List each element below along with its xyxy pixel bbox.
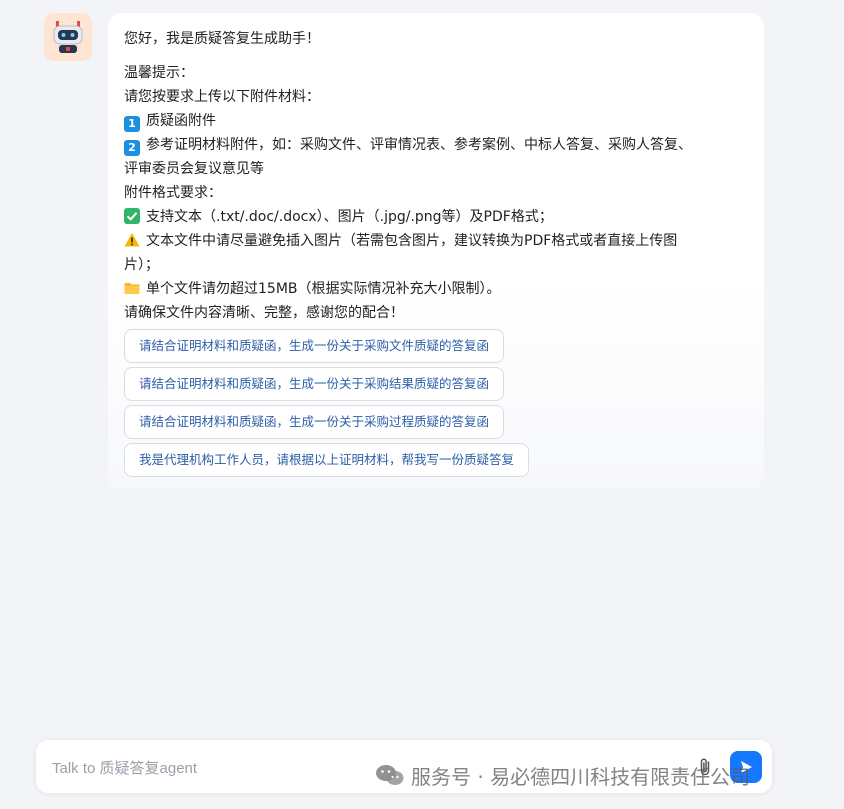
watermark-text: 服务号 · 易必德四川科技有限责任公司 [411,764,751,789]
assistant-message: 您好，我是质疑答复生成助手！ 温馨提示： 请您按要求上传以下附件材料： 1 质疑函… [108,13,764,489]
suggestion-list: 请结合证明材料和质疑函，生成一份关于采购文件质疑的答复函 请结合证明材料和质疑函… [124,329,748,477]
number-1-icon: 1 [124,116,140,132]
tip-title: 温馨提示： [124,65,194,81]
greeting-text: 您好，我是质疑答复生成助手！ [124,31,320,47]
format-item-3-text: 单个文件请勿超过15MB（根据实际情况补充大小限制）。 [146,281,501,297]
requirement-item-2: 2 参考证明材料附件，如：采购文件、评审情况表、参考案例、中标人答复、采购人答复、 [124,133,748,157]
suggestion-button-4[interactable]: 我是代理机构工作人员，请根据以上证明材料，帮我写一份质疑答复 [124,443,530,477]
format-item-2: 文本文件中请尽量避免插入图片（若需包含图片，建议转换为PDF格式或者直接上传图 [124,229,748,253]
upload-intro: 请您按要求上传以下附件材料： [124,89,320,105]
suggestion-button-3[interactable]: 请结合证明材料和质疑函，生成一份关于采购过程质疑的答复函 [124,405,505,439]
bot-avatar [44,13,92,61]
format-item-2-text: 文本文件中请尽量避免插入图片（若需包含图片，建议转换为PDF格式或者直接上传图 [146,233,678,249]
requirement-item-1: 1 质疑函附件 [124,109,748,133]
folder-icon [124,283,140,294]
number-2-icon: 2 [124,140,140,156]
closing-text: 请确保文件内容清晰、完整，感谢您的配合！ [124,305,404,321]
wechat-icon [376,765,404,785]
check-icon [124,208,140,224]
suggestion-button-1[interactable]: 请结合证明材料和质疑函，生成一份关于采购文件质疑的答复函 [124,329,505,363]
format-title: 附件格式要求： [124,185,222,201]
requirement-item-2-text: 参考证明材料附件，如：采购文件、评审情况表、参考案例、中标人答复、采购人答复、 [146,137,692,153]
warning-icon [124,233,140,247]
watermark: 服务号 · 易必德四川科技有限责任公司 [375,760,750,790]
robot-icon [53,21,83,53]
format-item-1-text: 支持文本（.txt/.doc/.docx）、图片（.jpg/.png等）及PDF… [146,209,553,225]
format-item-2-cont: 片）； [124,257,159,273]
format-item-1: 支持文本（.txt/.doc/.docx）、图片（.jpg/.png等）及PDF… [124,205,748,229]
suggestion-button-2[interactable]: 请结合证明材料和质疑函，生成一份关于采购结果质疑的答复函 [124,367,505,401]
requirement-item-1-text: 质疑函附件 [146,113,216,129]
format-item-3: 单个文件请勿超过15MB（根据实际情况补充大小限制）。 [124,277,748,301]
requirement-item-2-cont: 评审委员会复议意见等 [124,161,264,177]
